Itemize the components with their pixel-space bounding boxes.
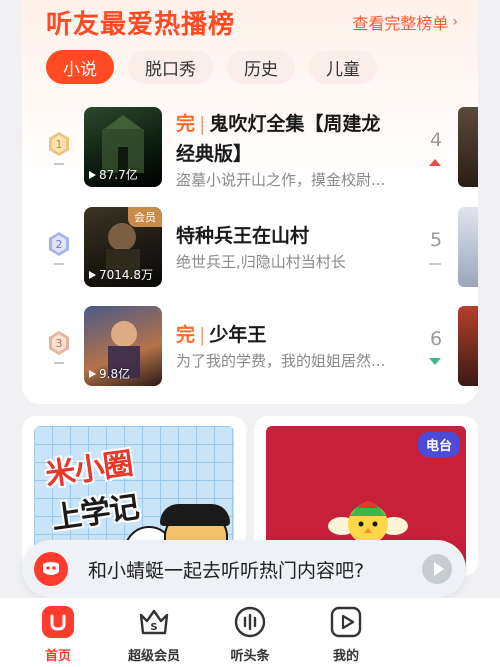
- book-info: 完 | 鬼吹灯全集【周建龙 经典版】 盗墓小说开山之作，摸金校尉...: [176, 109, 400, 191]
- play-count: 9.8亿: [89, 365, 130, 382]
- see-full-ranking-link[interactable]: 查看完整榜单 ›: [352, 10, 458, 34]
- nav-headlines[interactable]: 听头条: [214, 604, 286, 664]
- rank-medal-icon: 1: [48, 131, 70, 157]
- book-title: 完 | 少年王: [176, 320, 400, 350]
- headline-icon: [232, 604, 268, 639]
- play-count-value: 9.8亿: [99, 367, 131, 381]
- next-cover-peek: [458, 107, 478, 187]
- rank-medal-icon: 2: [48, 231, 70, 257]
- nav-label: 听头条: [230, 649, 270, 664]
- home-icon: [40, 604, 76, 639]
- tab-talk-show[interactable]: 脱口秀: [128, 50, 213, 84]
- ranking-item[interactable]: 2 会员 7014.8万 特种兵王在山村 绝世兵王,归隐山村当村长 5: [22, 207, 478, 287]
- play-count-value: 87.7亿: [99, 168, 138, 182]
- trend-up-icon: [429, 159, 441, 166]
- ranking-item[interactable]: 1 87.7亿 完 | 鬼吹灯全集【周建龙 经典版】 盗墓小说开山之作，摸金校尉..…: [22, 107, 478, 189]
- bottom-navigation: 首页 S 超级会员 听头条 我的: [0, 598, 500, 667]
- book-cover[interactable]: 会员 7014.8万: [84, 207, 162, 287]
- rank-number: 2: [56, 238, 63, 251]
- ranking-title: 听友最爱热播榜: [46, 10, 236, 40]
- book-info: 完 | 少年王 为了我的学费，我的姐姐居然...: [176, 320, 400, 372]
- comic-title-main: 米小圈: [43, 446, 135, 494]
- play-count: 7014.8万: [89, 266, 153, 283]
- book-info: 特种兵王在山村 绝世兵王,归隐山村当村长: [176, 221, 400, 273]
- assistant-message: 和小蜻蜓一起去听听热门内容吧?: [88, 560, 365, 582]
- book-title-line1: 鬼吹灯全集【周建龙: [209, 113, 381, 135]
- play-count-value: 7014.8万: [99, 268, 153, 282]
- radio-badge: 电台: [417, 432, 460, 457]
- rank-dash: [54, 163, 64, 165]
- next-cover-peek: [458, 306, 478, 386]
- trend-flat-icon: [429, 263, 441, 265]
- play-icon: [89, 270, 96, 279]
- play-count: 87.7亿: [89, 166, 138, 183]
- nav-label: 超级会员: [127, 649, 180, 664]
- see-all-label: 查看完整榜单: [352, 14, 449, 33]
- rank-number: 1: [56, 138, 63, 151]
- play-icon: [433, 562, 444, 576]
- tab-children[interactable]: 儿童: [309, 50, 377, 84]
- finished-tag: 完: [176, 113, 196, 135]
- chevron-right-icon: ›: [452, 14, 458, 30]
- nav-super-vip[interactable]: S 超级会员: [118, 604, 190, 664]
- nav-label: 我的: [332, 649, 359, 664]
- next-cover-peek: [458, 207, 478, 287]
- svg-text:S: S: [150, 622, 157, 633]
- vip-crown-icon: S: [136, 604, 172, 639]
- rank-number: 3: [56, 337, 63, 350]
- comic-title: 米小圈 上学记: [42, 438, 140, 537]
- book-description: 盗墓小说开山之作，摸金校尉...: [176, 171, 386, 189]
- finished-tag: 完: [176, 324, 196, 346]
- ranking-item[interactable]: 3 9.8亿 完 | 少年王 为了我的学费，我的姐姐居然... 6: [22, 306, 478, 386]
- book-title: 特种兵王在山村: [176, 225, 310, 247]
- vip-badge: 会员: [128, 207, 162, 227]
- book-description: 为了我的学费，我的姐姐居然...: [176, 352, 386, 370]
- rank-medal-icon: 3: [48, 330, 70, 356]
- tab-novel[interactable]: 小说: [46, 50, 114, 84]
- assistant-banner[interactable]: 和小蜻蜓一起去听听热门内容吧?: [22, 540, 466, 598]
- dragonfly-logo-icon: [34, 552, 68, 586]
- book-title: 完 | 鬼吹灯全集【周建龙 经典版】: [176, 109, 400, 169]
- play-icon: [89, 170, 96, 179]
- next-rank-number: 6: [429, 328, 443, 350]
- rank-dash: [54, 263, 64, 265]
- book-title-line2: 经典版】: [176, 143, 253, 165]
- ranking-card: 听友最爱热播榜 查看完整榜单 › 小说 脱口秀 历史 儿童 1 87.7亿 完 …: [22, 0, 478, 404]
- separator: |: [199, 324, 206, 346]
- trend-down-icon: [429, 358, 441, 365]
- nav-profile[interactable]: 我的: [310, 604, 382, 664]
- comic-title-sub: 上学记: [49, 489, 141, 537]
- book-cover[interactable]: 9.8亿: [84, 306, 162, 386]
- book-title-line1: 少年王: [209, 324, 267, 346]
- rank-dash: [54, 362, 64, 364]
- book-cover[interactable]: 87.7亿: [84, 107, 162, 187]
- next-rank-number: 4: [429, 129, 443, 151]
- nav-home[interactable]: 首页: [22, 604, 94, 664]
- book-description: 绝世兵王,归隐山村当村长: [176, 253, 346, 271]
- next-rank-number: 5: [429, 229, 443, 251]
- profile-icon: [328, 604, 364, 639]
- separator: |: [199, 113, 206, 135]
- play-icon: [89, 369, 96, 378]
- category-tabs: 小说 脱口秀 历史 儿童: [46, 50, 377, 84]
- assistant-play-button[interactable]: [422, 554, 452, 584]
- nav-label: 首页: [44, 649, 71, 664]
- tab-history[interactable]: 历史: [227, 50, 295, 84]
